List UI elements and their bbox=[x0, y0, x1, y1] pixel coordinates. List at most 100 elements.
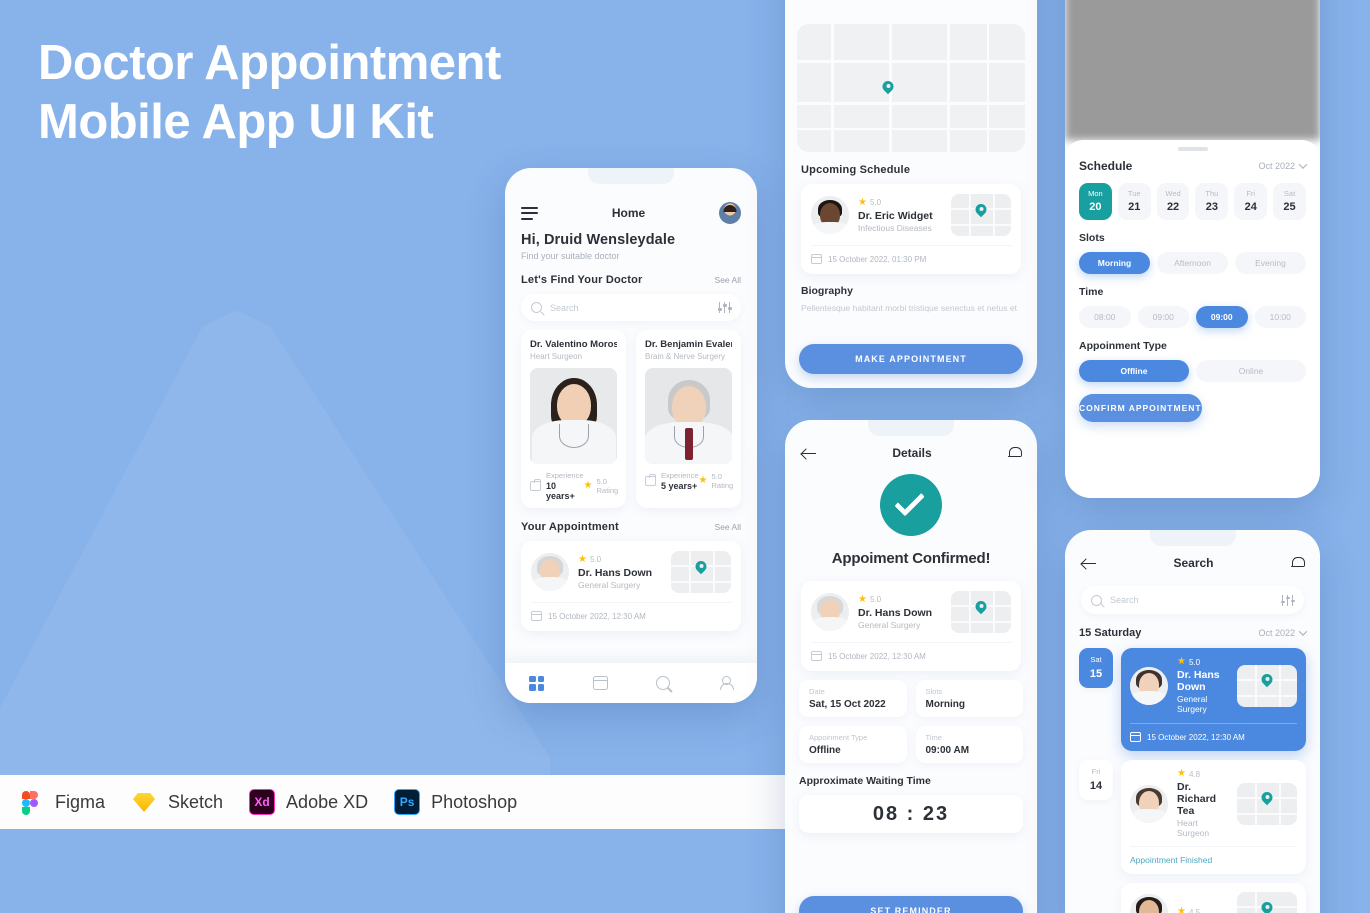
day-number: 25 bbox=[1283, 200, 1296, 213]
location-pin-icon bbox=[880, 78, 896, 95]
type-chip[interactable]: Online bbox=[1196, 359, 1306, 382]
bell-icon[interactable] bbox=[1007, 446, 1022, 460]
booking-screen: Schedule Oct 2022 Mon 20 Tue 21 Wed 22 T… bbox=[1065, 0, 1320, 498]
time-chip[interactable]: 08:00 bbox=[1079, 305, 1131, 328]
day-chip[interactable]: Mon 20 bbox=[1079, 182, 1112, 220]
doctor-avatar bbox=[1130, 666, 1168, 705]
rating-value: 5.0 bbox=[869, 595, 882, 604]
rating-label: Rating bbox=[711, 481, 734, 490]
appointment-date: 15 October 2022, 12:30 AM bbox=[828, 651, 926, 661]
result-card[interactable]: ★ 5.0 Dr. Hans Down General Surgery 15 O… bbox=[1121, 648, 1306, 751]
map-thumbnail[interactable] bbox=[1237, 892, 1297, 913]
detail-field-date: Date Sat, 15 Oct 2022 bbox=[799, 680, 907, 717]
rating-value: 4.5 bbox=[1188, 907, 1201, 913]
briefcase-icon bbox=[530, 479, 541, 491]
doctor-name: Dr. Hans Down bbox=[858, 606, 933, 619]
result-day-chip[interactable]: Sat 15 bbox=[1079, 648, 1113, 688]
doctor-specialty: Infectious Diseases bbox=[858, 222, 932, 233]
see-all-link[interactable]: See All bbox=[715, 275, 741, 285]
star-icon: ★ bbox=[583, 480, 593, 491]
doctor-card[interactable]: Dr. Valentino Morose Heart Surgeon Exper… bbox=[521, 330, 626, 508]
search-result-row: Sat 15 ★ 5.0 Dr. Hans Down General Surge… bbox=[1065, 639, 1320, 751]
nav-search-icon[interactable] bbox=[656, 676, 671, 690]
location-pin-icon bbox=[973, 598, 989, 615]
search-icon bbox=[531, 302, 542, 313]
make-appointment-button[interactable]: MAKE APPOINTMENT bbox=[799, 344, 1023, 374]
calendar-icon bbox=[531, 611, 542, 621]
appointment-rating: ★ 5.0 bbox=[1177, 657, 1228, 667]
back-icon[interactable] bbox=[1081, 557, 1096, 570]
bell-icon[interactable] bbox=[1291, 556, 1305, 570]
appointment-type-group: Offline Online bbox=[1065, 352, 1320, 382]
appointment-card[interactable]: ★ 5.0 Dr. Hans Down General Surgery 15 O… bbox=[801, 581, 1021, 671]
month-selector[interactable]: Oct 2022 bbox=[1258, 159, 1308, 171]
location-pin-icon bbox=[1259, 672, 1275, 688]
map-thumbnail[interactable] bbox=[951, 591, 1011, 633]
doctor-avatar bbox=[1130, 784, 1168, 823]
search-input[interactable]: Search bbox=[1081, 586, 1304, 614]
appointment-date: 15 October 2022, 01:30 PM bbox=[828, 254, 927, 264]
filter-icon[interactable] bbox=[717, 302, 732, 313]
appointment-rating: ★ 4.8 bbox=[1177, 769, 1228, 779]
type-chip[interactable]: Offline bbox=[1079, 359, 1189, 382]
search-placeholder: Search bbox=[1110, 595, 1139, 605]
time-chip[interactable]: 09:00 bbox=[1196, 305, 1248, 328]
field-value: Morning bbox=[925, 699, 965, 710]
field-label: Appoinment Type bbox=[809, 733, 868, 742]
slot-chip[interactable]: Morning bbox=[1079, 251, 1150, 274]
doctor-specialty: Heart Surgeon bbox=[530, 352, 583, 361]
day-chip[interactable]: Fri 24 bbox=[1234, 182, 1268, 220]
day-chip[interactable]: Sat 25 bbox=[1273, 182, 1306, 220]
bottom-navigation bbox=[505, 663, 757, 703]
appointment-rating: ★ 4.5 bbox=[1177, 907, 1228, 913]
bottom-sheet: Schedule Oct 2022 Mon 20 Tue 21 Wed 22 T… bbox=[1065, 140, 1320, 498]
see-all-link[interactable]: See All bbox=[715, 522, 741, 532]
menu-icon[interactable] bbox=[521, 206, 538, 220]
biography-title: Biography bbox=[801, 285, 853, 297]
day-chip[interactable]: Thu 23 bbox=[1195, 182, 1229, 220]
set-reminder-button[interactable]: SET REMINDER bbox=[799, 896, 1023, 913]
result-card[interactable]: ★ 4.8 Dr. Richard Tea Heart Surgeon Appo… bbox=[1121, 760, 1306, 874]
slot-chip[interactable]: Evening bbox=[1235, 251, 1306, 274]
day-chip[interactable]: Tue 21 bbox=[1117, 182, 1151, 220]
month-label: Oct 2022 bbox=[1258, 160, 1295, 171]
star-icon: ★ bbox=[1177, 768, 1186, 779]
software-label: Figma bbox=[55, 791, 106, 812]
day-chip[interactable]: Wed 22 bbox=[1156, 182, 1190, 220]
nav-calendar-icon[interactable] bbox=[592, 676, 608, 690]
doctor-specialty: General Surgery bbox=[578, 579, 641, 590]
appointment-card[interactable]: ★ 5.0 Dr. Eric Widget Infectious Disease… bbox=[801, 184, 1021, 274]
doctor-card[interactable]: Dr. Benjamin Evalen Brain & Nerve Surger… bbox=[636, 330, 741, 508]
time-chip[interactable]: 10:00 bbox=[1254, 305, 1306, 328]
map-thumbnail[interactable] bbox=[1237, 782, 1297, 825]
location-map[interactable] bbox=[797, 24, 1025, 152]
time-chip[interactable]: 09:00 bbox=[1137, 305, 1189, 328]
slot-chip-group: Morning Afternoon Evening bbox=[1065, 244, 1320, 274]
day-number: 21 bbox=[1128, 200, 1141, 213]
day-of-week: Wed bbox=[1165, 188, 1181, 198]
nav-grid-icon[interactable] bbox=[529, 675, 545, 691]
result-day-chip[interactable]: Fri 14 bbox=[1079, 760, 1113, 800]
slot-chip[interactable]: Afternoon bbox=[1157, 251, 1228, 274]
doctor-specialty: Brain & Nerve Surgery bbox=[645, 352, 726, 361]
appointment-date: 15 October 2022, 12:30 AM bbox=[1147, 732, 1245, 742]
map-thumbnail[interactable] bbox=[671, 551, 731, 593]
map-thumbnail[interactable] bbox=[1237, 664, 1297, 707]
confirmation-title: Appoiment Confirmed! bbox=[831, 550, 991, 567]
rating-value: 5.0 bbox=[869, 198, 882, 207]
avatar[interactable] bbox=[719, 202, 741, 224]
appointment-card[interactable]: ★ 5.0 Dr. Hans Down General Surgery 15 O… bbox=[521, 541, 741, 631]
map-thumbnail[interactable] bbox=[951, 194, 1011, 236]
star-icon: ★ bbox=[578, 553, 587, 565]
experience-value: 10 years+ bbox=[546, 481, 575, 501]
result-card[interactable]: ★ 4.5 bbox=[1121, 883, 1306, 913]
confirm-appointment-button[interactable]: CONFIRM APPOINTMENT bbox=[1079, 393, 1202, 422]
nav-profile-icon[interactable] bbox=[719, 676, 734, 690]
filter-icon[interactable] bbox=[1280, 594, 1295, 606]
section-title: Upcoming Schedule bbox=[801, 164, 911, 176]
doctor-name: Dr. Valentino Morose bbox=[530, 339, 617, 350]
month-selector[interactable]: Oct 2022 bbox=[1258, 627, 1308, 638]
software-label: Photoshop bbox=[431, 791, 518, 812]
search-input[interactable]: Search bbox=[521, 294, 741, 321]
back-icon[interactable] bbox=[801, 447, 816, 460]
